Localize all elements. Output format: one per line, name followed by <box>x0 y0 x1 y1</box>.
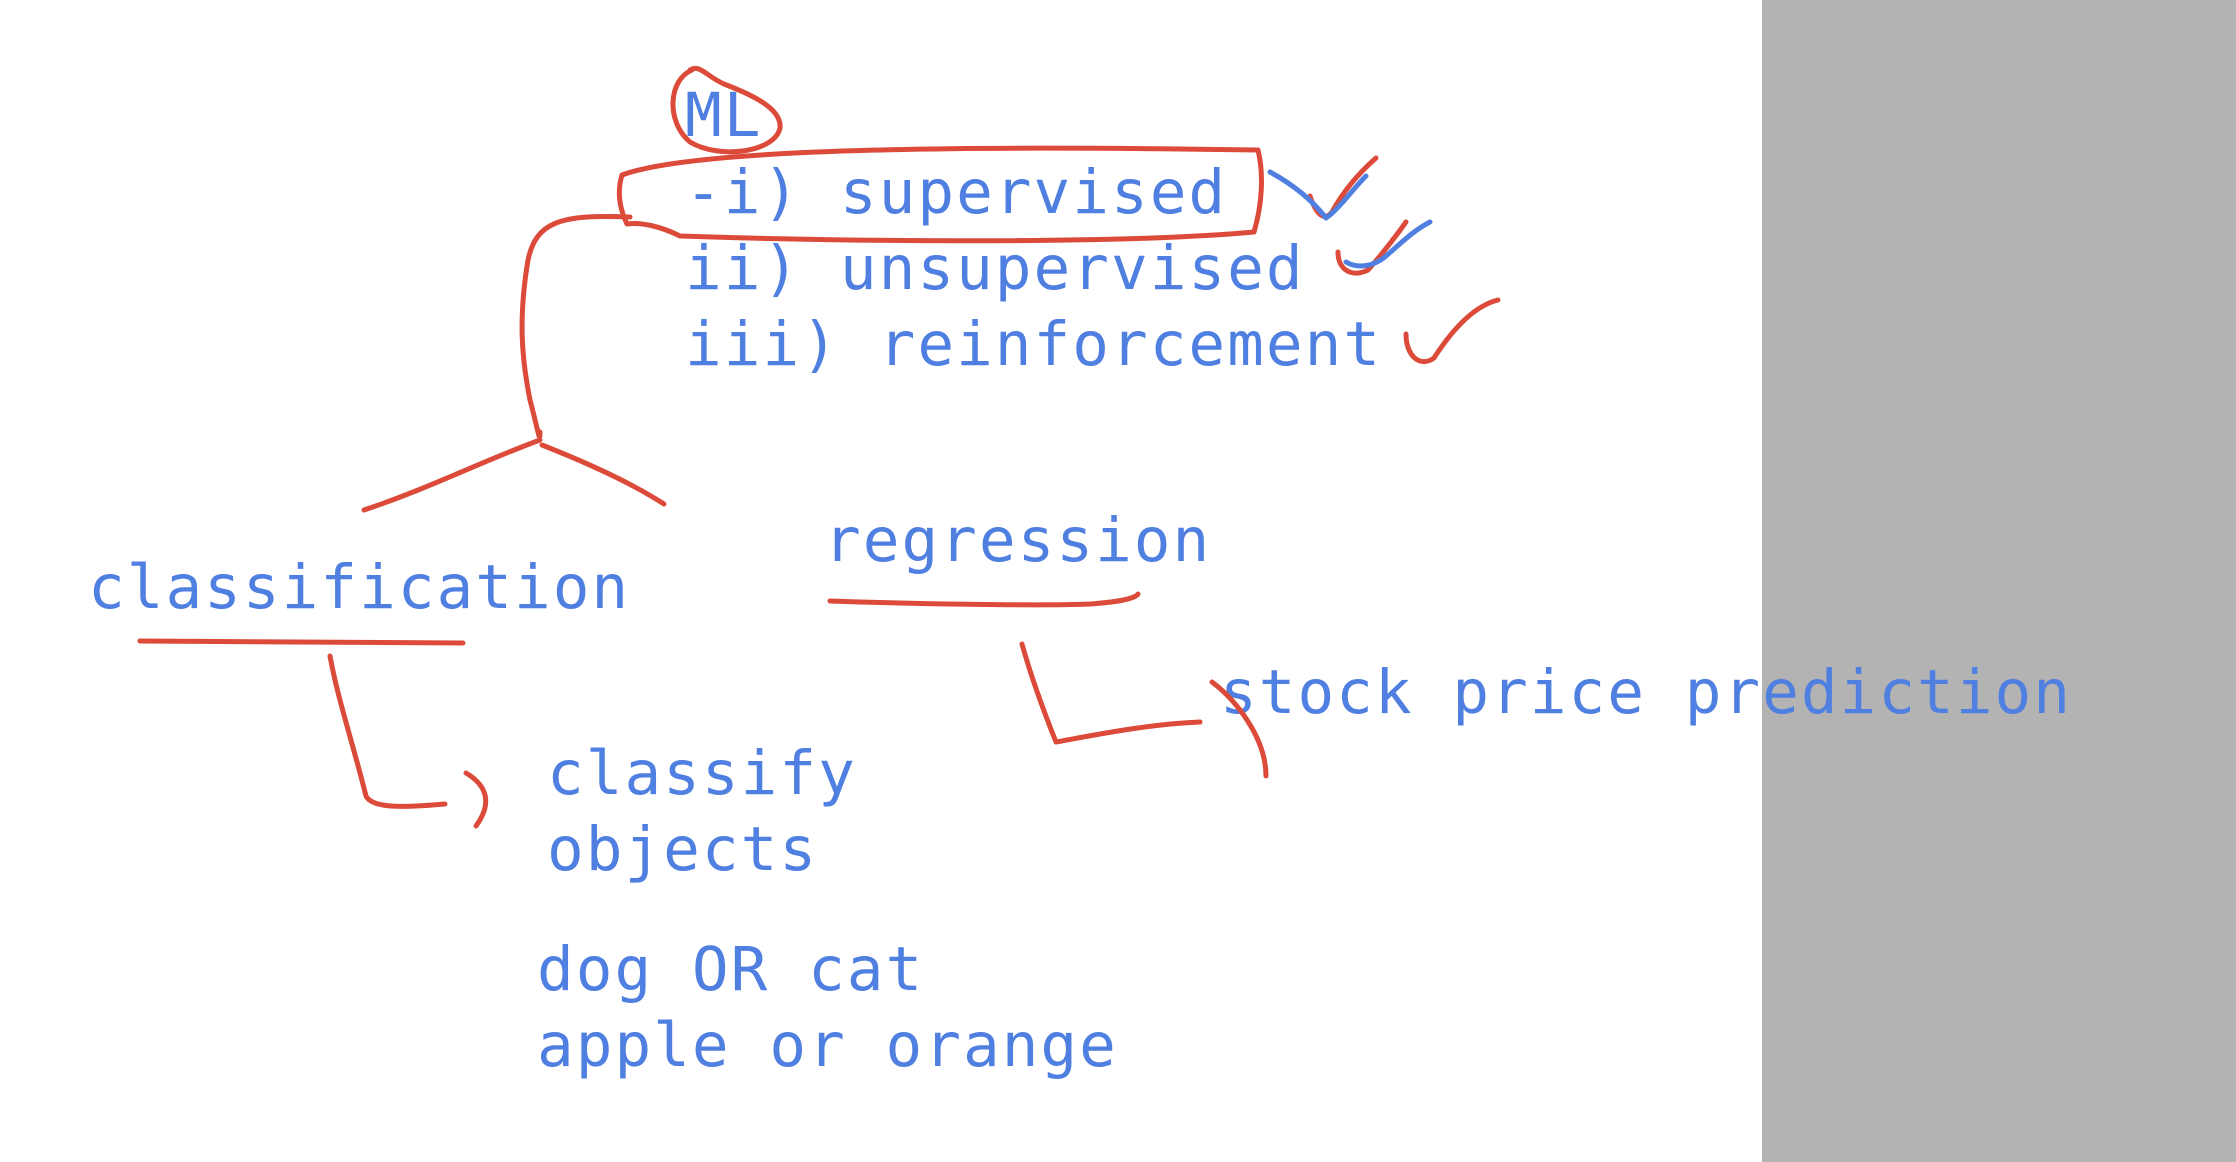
fork-left-arm <box>361 437 543 513</box>
regression-underline <box>827 591 1141 608</box>
regression-arrow-head <box>1209 679 1269 779</box>
classification-arrow <box>327 653 448 809</box>
regression-arrow <box>1019 641 1203 745</box>
check-supervised-blue <box>1267 169 1369 221</box>
classification-underline <box>137 638 466 646</box>
check-reinforcement-red <box>1403 297 1501 365</box>
whiteboard-canvas: ML -i) supervised ii) unsupervised iii) … <box>0 0 2236 1162</box>
ml-circle-stroke <box>670 66 783 155</box>
supervised-branch-line <box>519 213 633 440</box>
ink-annotations <box>137 66 1501 829</box>
classification-arrow-head <box>463 770 489 829</box>
supervised-box-stroke <box>616 145 1264 244</box>
fork-right-arm <box>539 442 667 507</box>
